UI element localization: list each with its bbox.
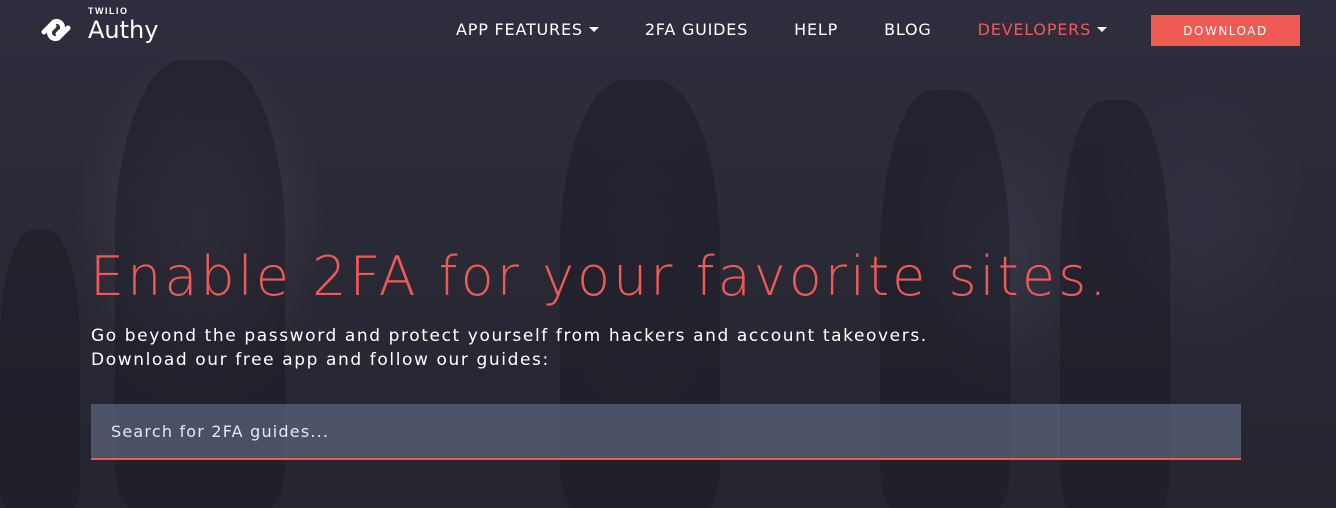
nav-label: BLOG [884, 20, 932, 39]
nav-item-blog[interactable]: BLOG [884, 20, 932, 39]
nav-label: DEVELOPERS [977, 20, 1092, 39]
download-button[interactable]: DOWNLOAD [1151, 15, 1300, 46]
authy-logo-icon [41, 18, 71, 42]
main-nav: APP FEATURES 2FA GUIDES HELP BLOG DEVELO… [456, 20, 1108, 39]
guide-search-input[interactable] [91, 404, 1241, 458]
logo-product: Authy [88, 16, 159, 44]
guide-search-box [91, 404, 1241, 460]
nav-item-developers[interactable]: DEVELOPERS [977, 20, 1108, 39]
authy-logo[interactable]: TWILIO Authy [34, 6, 158, 50]
caret-down-icon [1097, 27, 1108, 32]
nav-item-app-features[interactable]: APP FEATURES [456, 20, 599, 39]
hero-subtext-line-2: Download our free app and follow our gui… [91, 350, 550, 370]
caret-down-icon [588, 27, 599, 32]
nav-item-help[interactable]: HELP [794, 20, 838, 39]
nav-label: APP FEATURES [456, 20, 583, 39]
hero-subtext-line-1: Go beyond the password and protect yours… [91, 326, 928, 346]
hero-subtext: Go beyond the password and protect yours… [91, 324, 928, 372]
nav-label: 2FA GUIDES [644, 20, 749, 39]
nav-item-2fa-guides[interactable]: 2FA GUIDES [645, 20, 748, 39]
hero-headline: Enable 2FA for your favorite sites. [90, 245, 1110, 308]
logo-company: TWILIO [88, 6, 129, 16]
nav-label: HELP [794, 20, 839, 39]
